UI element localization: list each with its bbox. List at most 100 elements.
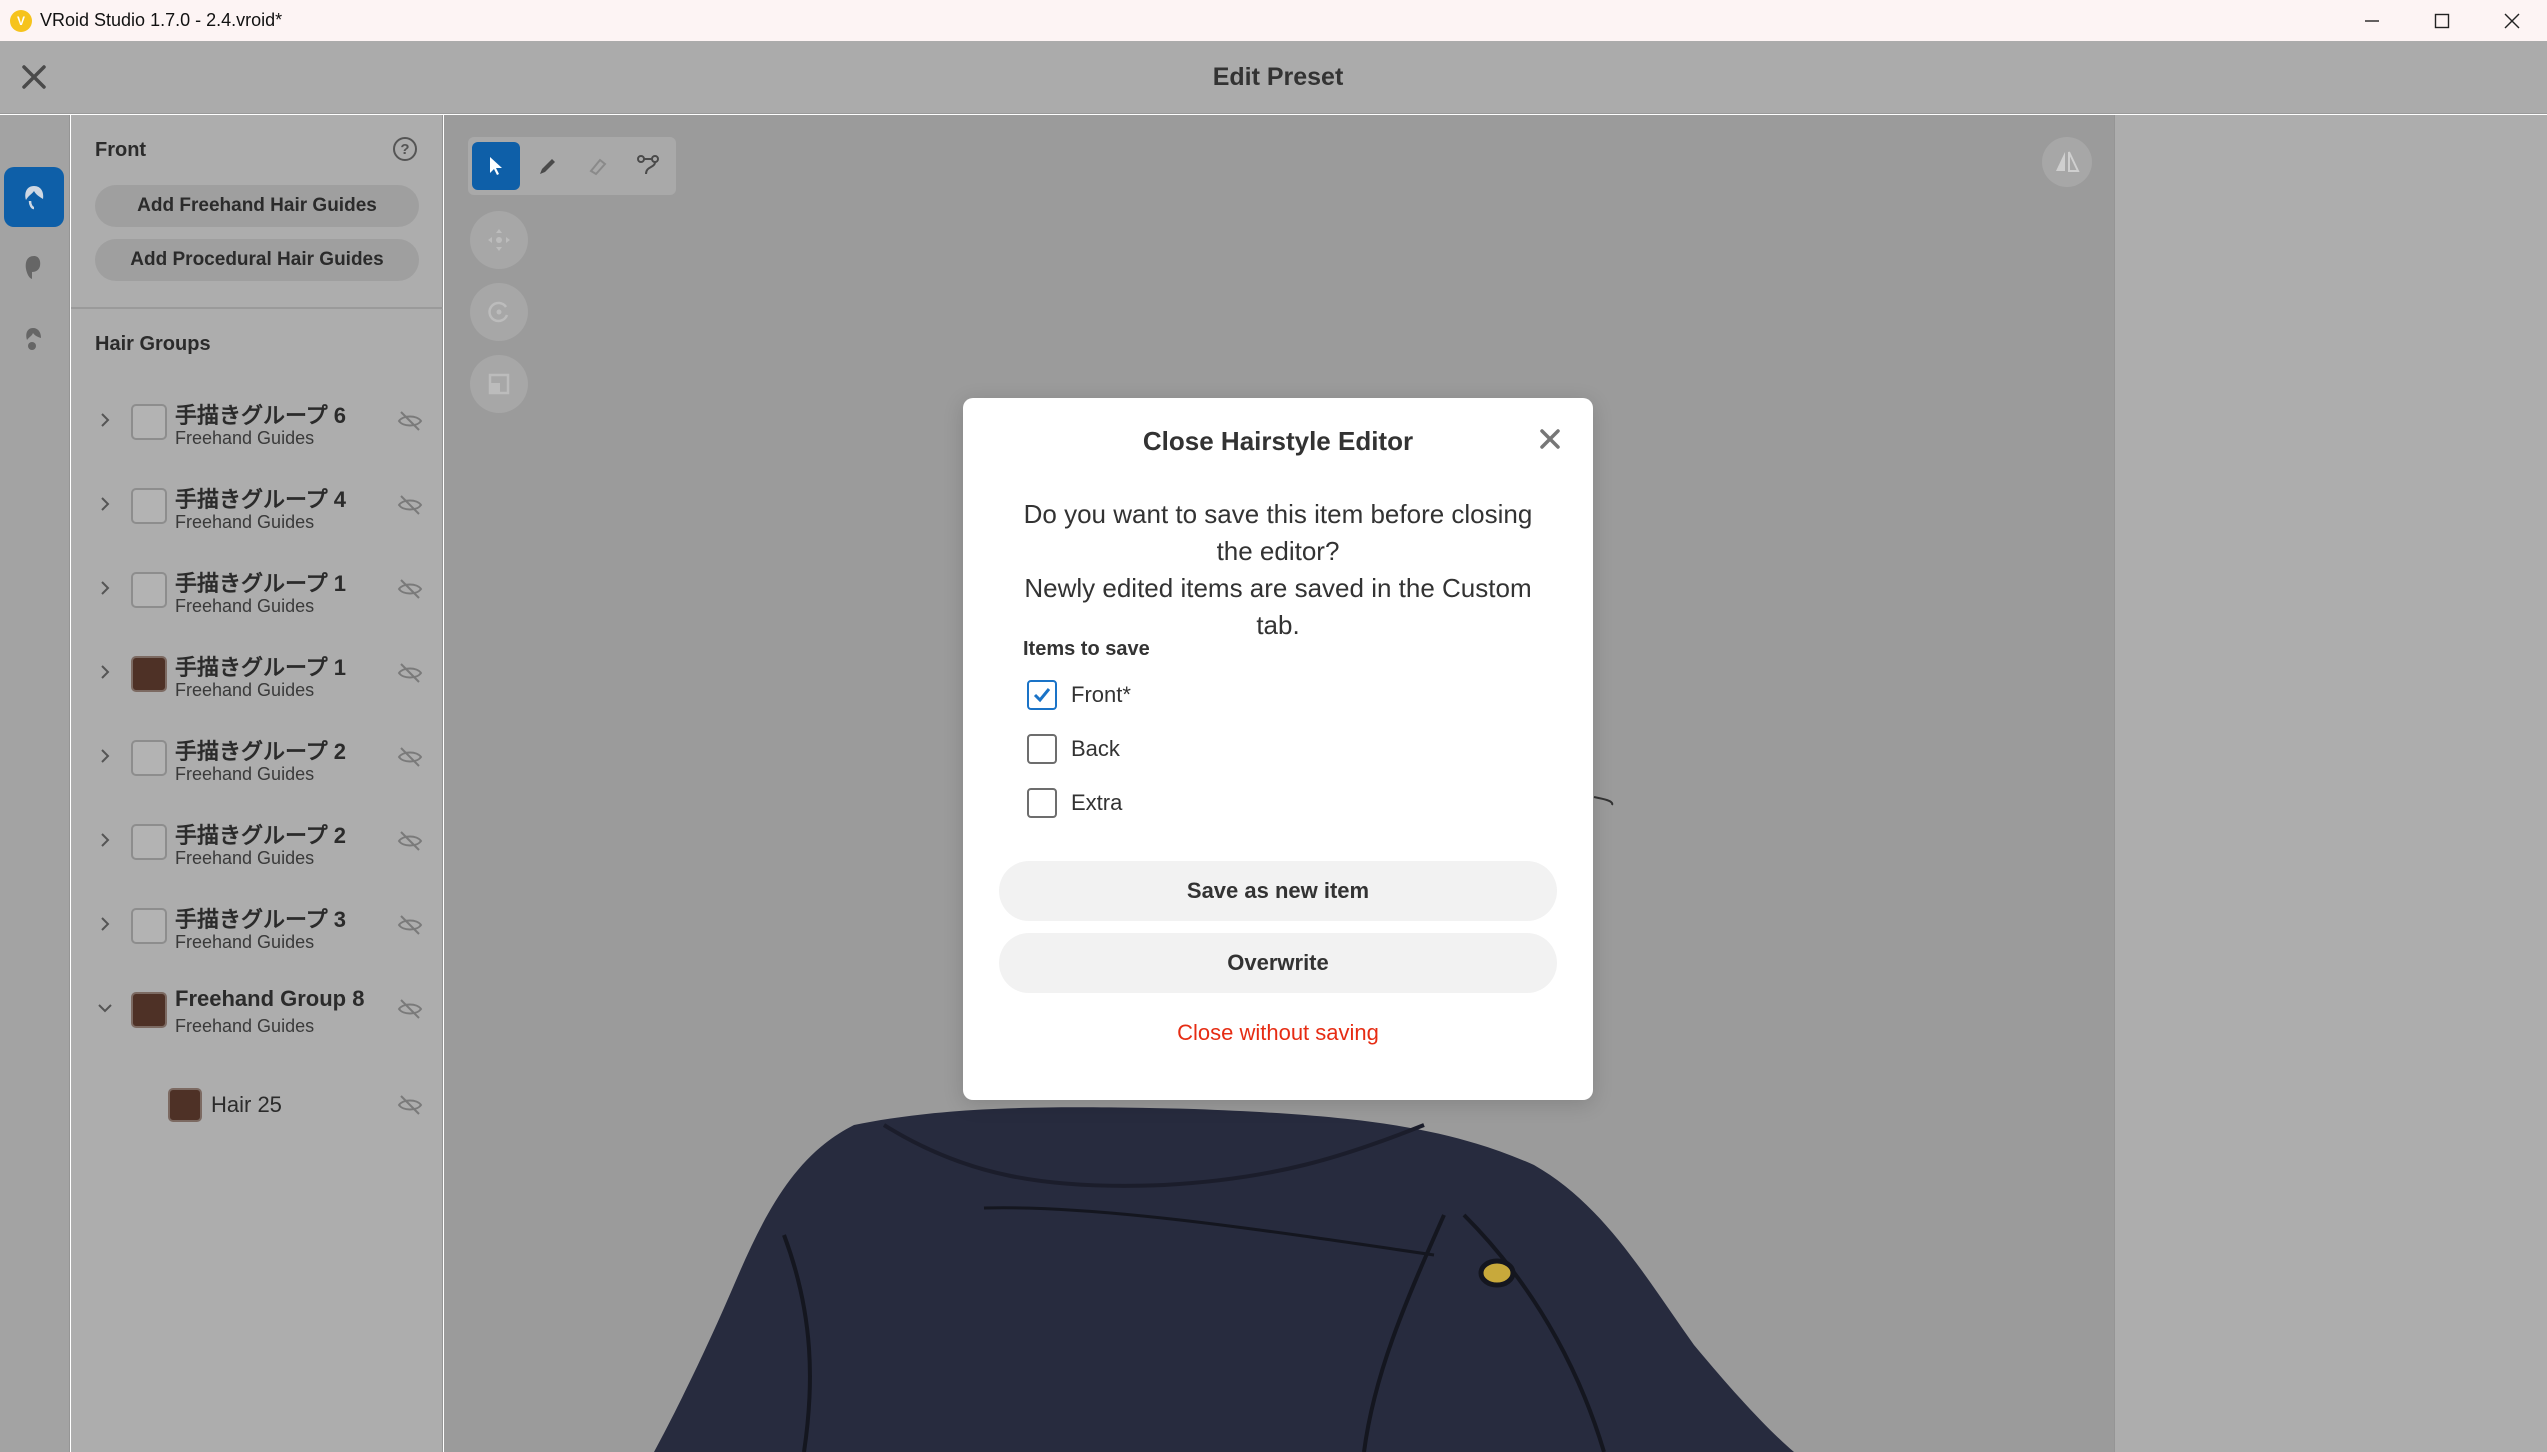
eraser-icon [589, 158, 607, 176]
dialog-title: Close Hairstyle Editor [1142, 426, 1414, 456]
hair-group-row[interactable]: 手描きグループ 1 Freehand Guides [71, 558, 443, 642]
hair-group-name: 手描きグループ 2 [175, 739, 347, 764]
page-title: Edit Preset [1212, 63, 1344, 91]
hair-color-swatch[interactable] [168, 1088, 202, 1122]
help-icon[interactable]: ? [393, 137, 417, 161]
hair-group-row[interactable]: 手描きグループ 3 Freehand Guides [71, 894, 443, 978]
category-rail [0, 115, 70, 1452]
hair-color-swatch[interactable] [131, 656, 167, 692]
hidden-eye-icon[interactable] [397, 410, 423, 432]
scale-tool[interactable] [470, 355, 528, 413]
vroid-logo-icon: V [10, 9, 32, 32]
hair-group-name: 手描きグループ 3 [175, 907, 347, 932]
hair-item-row[interactable]: Hair 25 [71, 1080, 443, 1130]
hair-color-swatch[interactable] [131, 572, 167, 608]
hair-group-name: 手描きグループ 2 [175, 823, 347, 848]
chevron-right-icon[interactable] [95, 830, 115, 850]
dialog-message-line1: Do you want to save this item before clo… [1023, 499, 1533, 566]
window-title: VRoid Studio 1.7.0 - 2.4.vroid* [40, 10, 283, 30]
hair-group-row[interactable]: 手描きグループ 2 Freehand Guides [71, 726, 443, 810]
hair-group-row[interactable]: 手描きグループ 4 Freehand Guides [71, 474, 443, 558]
hair-color-swatch[interactable] [131, 404, 167, 440]
window-close-button[interactable] [2477, 0, 2547, 41]
add-procedural-guides-button[interactable]: Add Procedural Hair Guides [95, 239, 419, 281]
rotate-icon [488, 301, 509, 323]
save-item-extra[interactable]: Extra [1027, 785, 1327, 821]
close-hairstyle-dialog: Close Hairstyle Editor Do you want to sa… [963, 398, 1593, 1100]
save-item-front[interactable]: Front* [1027, 677, 1327, 713]
hair-color-swatch[interactable] [131, 740, 167, 776]
hair-group-name: 手描きグループ 6 [175, 403, 347, 428]
dialog-close-button[interactable] [1535, 424, 1565, 454]
close-without-saving-link[interactable]: Close without saving [963, 1020, 1593, 1046]
hair-group-name: Freehand Group 8 [175, 986, 365, 1011]
hidden-eye-icon[interactable] [397, 746, 423, 768]
hair-color-swatch[interactable] [131, 824, 167, 860]
minimize-icon [2365, 19, 2379, 22]
close-icon [2504, 13, 2520, 28]
hair-group-type: Freehand Guides [175, 596, 315, 616]
hair-group-row[interactable]: 手描きグループ 1 Freehand Guides [71, 642, 443, 726]
eraser-tool[interactable] [574, 142, 622, 190]
chevron-right-icon[interactable] [95, 746, 115, 766]
hair-group-row[interactable]: Freehand Group 8 Freehand Guides [71, 978, 443, 1062]
scale-icon [488, 373, 510, 395]
hidden-eye-icon[interactable] [397, 998, 423, 1020]
hair-group-row[interactable]: 手描きグループ 6 Freehand Guides [71, 390, 443, 474]
hair-color-swatch[interactable] [131, 908, 167, 944]
path-tool[interactable] [624, 142, 672, 190]
back-hair-tab[interactable] [4, 237, 64, 297]
chevron-right-icon[interactable] [95, 662, 115, 682]
chevron-right-icon[interactable] [95, 494, 115, 514]
hair-color-swatch[interactable] [131, 488, 167, 524]
hidden-eye-icon[interactable] [397, 830, 423, 852]
hair-color-swatch[interactable] [131, 992, 167, 1028]
hair-group-type: Freehand Guides [175, 848, 315, 868]
app-header: Edit Preset [0, 41, 2547, 114]
hair-group-type: Freehand Guides [175, 932, 315, 952]
right-panel [2114, 115, 2547, 1452]
dialog-message: Do you want to save this item before clo… [1003, 496, 1553, 644]
maximize-button[interactable] [2407, 0, 2477, 41]
back-checkbox-label: Back [1071, 736, 1120, 761]
hidden-eye-icon[interactable] [397, 662, 423, 684]
save-item-back[interactable]: Back [1027, 731, 1327, 767]
overwrite-button[interactable]: Overwrite [999, 933, 1557, 993]
hair-group-name: 手描きグループ 1 [175, 655, 347, 680]
extra-hair-tab[interactable] [4, 309, 64, 369]
hair-group-type: Freehand Guides [175, 1016, 315, 1036]
front-hair-icon [25, 186, 44, 210]
chevron-down-icon[interactable] [95, 998, 115, 1018]
rotate-tool[interactable] [470, 283, 528, 341]
hidden-eye-icon[interactable] [397, 1094, 423, 1116]
dialog-message-line2: Newly edited items are saved in the Cust… [1024, 573, 1532, 640]
pen-tool[interactable] [524, 142, 572, 190]
hair-groups-title: Hair Groups [95, 333, 211, 355]
chevron-right-icon[interactable] [95, 410, 115, 430]
chevron-right-icon[interactable] [95, 578, 115, 598]
mirror-button[interactable] [2042, 137, 2092, 187]
extra-checkbox[interactable] [1027, 788, 1057, 818]
add-freehand-guides-button[interactable]: Add Freehand Hair Guides [95, 185, 419, 227]
minimize-button[interactable] [2337, 0, 2407, 41]
move-tool[interactable] [470, 211, 528, 269]
save-as-new-item-button[interactable]: Save as new item [999, 861, 1557, 921]
hidden-eye-icon[interactable] [397, 578, 423, 600]
path-edit-icon [637, 155, 659, 175]
hair-group-type: Freehand Guides [175, 680, 315, 700]
hair-group-type: Freehand Guides [175, 764, 315, 784]
back-checkbox[interactable] [1027, 734, 1057, 764]
front-hair-tab[interactable] [4, 167, 64, 227]
pen-icon [540, 159, 555, 174]
hidden-eye-icon[interactable] [397, 494, 423, 516]
chevron-right-icon[interactable] [95, 914, 115, 934]
hair-group-row[interactable]: 手描きグループ 2 Freehand Guides [71, 810, 443, 894]
window-controls [2337, 0, 2547, 41]
select-tool[interactable] [472, 142, 520, 190]
front-checkbox[interactable] [1027, 680, 1057, 710]
extra-hair-icon [26, 328, 41, 350]
maximize-icon [2434, 13, 2450, 28]
hair-group-name: 手描きグループ 1 [175, 571, 347, 596]
hidden-eye-icon[interactable] [397, 914, 423, 936]
panel-section-title: Front [95, 139, 147, 161]
